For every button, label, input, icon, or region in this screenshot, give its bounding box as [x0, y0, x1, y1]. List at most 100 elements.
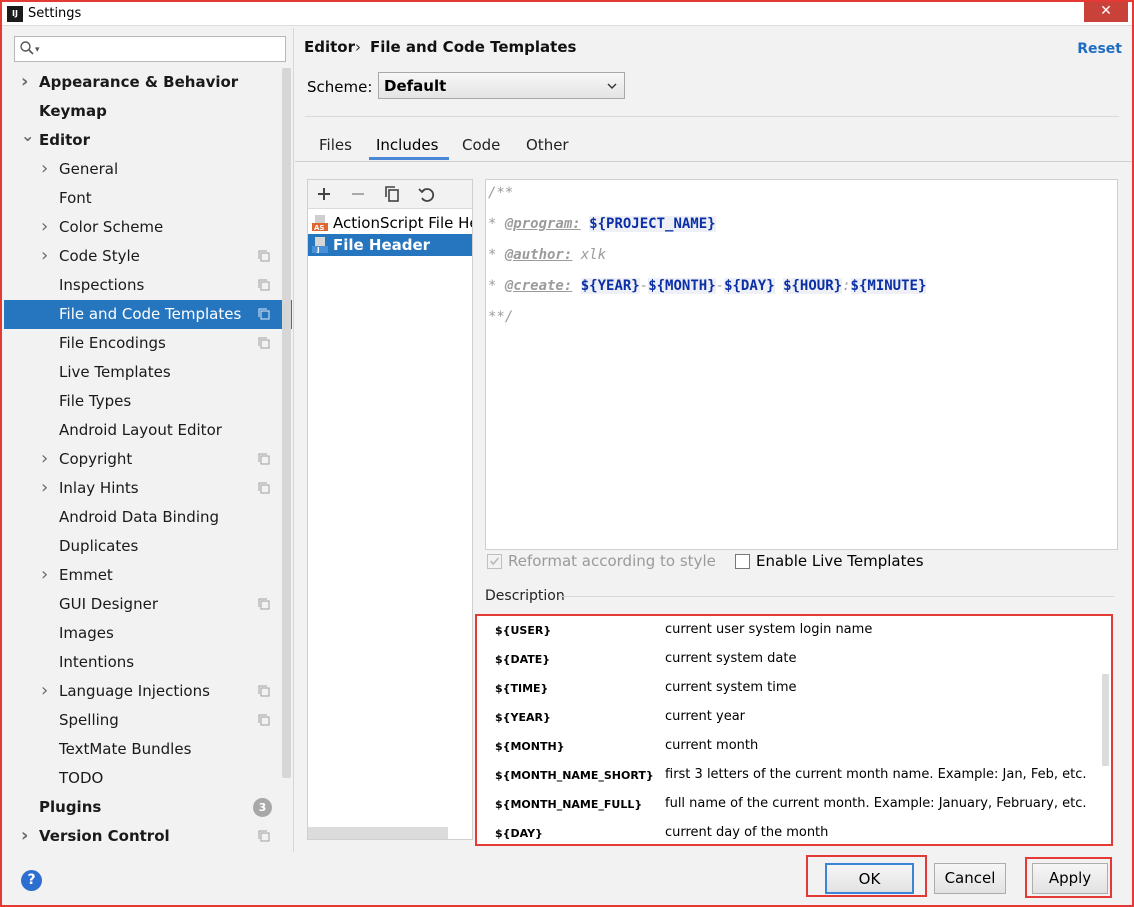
sidebar-item-language-injections[interactable]: › Language Injections [4, 677, 292, 706]
horizontal-scrollbar[interactable] [308, 827, 448, 839]
tab-files[interactable]: Files [319, 136, 352, 160]
sidebar-item-android-layout-editor[interactable]: Android Layout Editor [4, 416, 292, 445]
sidebar-item-keymap[interactable]: Keymap [4, 97, 292, 126]
sidebar-item-inspections[interactable]: Inspections [4, 271, 292, 300]
variable-name: ${DATE} [495, 653, 551, 666]
sidebar-item-emmet[interactable]: › Emmet [4, 561, 292, 590]
sidebar-item-label: Code Style [59, 247, 140, 265]
sidebar-item-duplicates[interactable]: Duplicates [4, 532, 292, 561]
remove-icon[interactable] [348, 184, 368, 204]
code-line: /** [488, 185, 514, 201]
chevron-right-icon[interactable]: › [41, 560, 48, 589]
cancel-button[interactable]: Cancel [934, 863, 1006, 894]
chevron-right-icon[interactable]: › [21, 821, 28, 850]
project-scope-icon [258, 279, 270, 291]
chevron-right-icon[interactable]: › [41, 473, 48, 502]
sidebar-item-appearance-behavior[interactable]: › Appearance & Behavior [4, 68, 292, 97]
add-icon[interactable] [314, 184, 334, 204]
help-button[interactable]: ? [21, 870, 42, 891]
intellij-logo-icon: IJ [7, 6, 23, 22]
reset-link[interactable]: Reset [1077, 41, 1122, 57]
sidebar-item-label: Editor [39, 131, 90, 149]
template-label: ActionScript File Header [333, 214, 472, 232]
sidebar-item-label: File Encodings [59, 334, 166, 352]
close-button[interactable]: ✕ [1084, 2, 1128, 22]
chevron-right-icon[interactable]: › [41, 676, 48, 705]
project-scope-icon [258, 714, 270, 726]
variable-name: ${MONTH_NAME_SHORT} [495, 769, 654, 782]
project-scope-icon [258, 685, 270, 697]
sidebar-item-file-types[interactable]: File Types [4, 387, 292, 416]
sidebar-item-file-and-code-templates[interactable]: File and Code Templates [4, 300, 292, 329]
sidebar-item-live-templates[interactable]: Live Templates [4, 358, 292, 387]
svg-text:J: J [316, 246, 320, 253]
sidebar-item-todo[interactable]: TODO [4, 764, 292, 793]
sidebar-item-spelling[interactable]: Spelling [4, 706, 292, 735]
tab-other[interactable]: Other [526, 136, 569, 160]
sidebar-item-images[interactable]: Images [4, 619, 292, 648]
sidebar-item-label: Android Layout Editor [59, 421, 222, 439]
sidebar-item-label: Emmet [59, 566, 113, 584]
description-panel[interactable]: ${USER} current user system login name ${… [475, 614, 1113, 846]
variable-description: full name of the current month. Example:… [665, 796, 1087, 811]
undo-icon[interactable] [416, 184, 436, 204]
scheme-select[interactable]: Default [378, 72, 625, 99]
description-row: ${MONTH_NAME_SHORT} first 3 letters of th… [477, 761, 1107, 790]
chevron-down-icon[interactable]: ⌄ [21, 121, 34, 150]
sidebar-item-code-style[interactable]: › Code Style [4, 242, 292, 271]
chevron-right-icon[interactable]: › [41, 212, 48, 241]
sidebar-item-android-data-binding[interactable]: Android Data Binding [4, 503, 292, 532]
sidebar-item-label: Appearance & Behavior [39, 73, 239, 91]
project-scope-icon [258, 830, 270, 842]
sidebar-item-version-control[interactable]: › Version Control [4, 822, 292, 851]
project-scope-icon [258, 482, 270, 494]
sidebar-scrollbar[interactable] [282, 68, 291, 778]
chevron-right-icon[interactable]: › [21, 67, 28, 96]
copy-icon[interactable] [382, 184, 402, 204]
sidebar-item-label: File Types [59, 392, 132, 410]
sidebar-item-plugins[interactable]: Plugins 3 [4, 793, 292, 822]
page-title: File and Code Templates [370, 38, 577, 56]
chevron-right-icon[interactable]: › [41, 154, 48, 183]
sidebar-item-file-encodings[interactable]: File Encodings [4, 329, 292, 358]
sidebar-item-label: Duplicates [59, 537, 139, 555]
settings-content: Editor › File and Code Templates Reset S… [295, 28, 1132, 852]
sidebar-item-intentions[interactable]: Intentions [4, 648, 292, 677]
scheme-value: Default [384, 77, 447, 95]
description-scrollbar[interactable] [1102, 674, 1109, 766]
checkbox-box [735, 554, 750, 569]
sidebar-item-general[interactable]: › General [4, 155, 292, 184]
tab-code[interactable]: Code [462, 136, 500, 160]
template-item-selected[interactable]: J File Header [308, 234, 472, 256]
description-label: Description [485, 588, 565, 604]
variable-description: current month [665, 738, 759, 753]
search-dropdown-icon[interactable]: ▾ [35, 45, 40, 55]
sidebar-item-label: Images [59, 624, 114, 642]
search-input[interactable]: ▾ [14, 36, 286, 62]
sidebar-item-label: Color Scheme [59, 218, 164, 236]
check-icon [487, 554, 502, 569]
sidebar-item-copyright[interactable]: › Copyright [4, 445, 292, 474]
template-editor[interactable]: /** * @program: ${PROJECT_NAME} * @autho… [485, 179, 1118, 550]
sidebar-item-textmate-bundles[interactable]: TextMate Bundles [4, 735, 292, 764]
chevron-right-icon[interactable]: › [41, 241, 48, 270]
sidebar-item-font[interactable]: Font [4, 184, 292, 213]
actionscript-file-icon: AS [312, 215, 328, 231]
sidebar-item-editor[interactable]: ⌄ Editor [4, 126, 292, 155]
sidebar-item-label: Android Data Binding [59, 508, 220, 526]
sidebar-item-label: Plugins [39, 798, 102, 816]
sidebar-item-label: Font [59, 189, 92, 207]
template-item[interactable]: AS ActionScript File Header [308, 212, 472, 234]
sidebar-item-color-scheme[interactable]: › Color Scheme [4, 213, 292, 242]
ok-button[interactable]: OK [825, 863, 914, 894]
search-icon [20, 41, 34, 55]
code-line: * @create: ${YEAR}-${MONTH}-${DAY} ${HOU… [488, 278, 927, 294]
plugins-count-badge: 3 [253, 798, 272, 817]
tab-includes[interactable]: Includes [369, 136, 449, 160]
apply-button[interactable]: Apply [1032, 863, 1108, 894]
sidebar-item-label: Copyright [59, 450, 133, 468]
chevron-right-icon[interactable]: › [41, 444, 48, 473]
project-scope-icon [258, 598, 270, 610]
sidebar-item-inlay-hints[interactable]: › Inlay Hints [4, 474, 292, 503]
sidebar-item-gui-designer[interactable]: GUI Designer [4, 590, 292, 619]
